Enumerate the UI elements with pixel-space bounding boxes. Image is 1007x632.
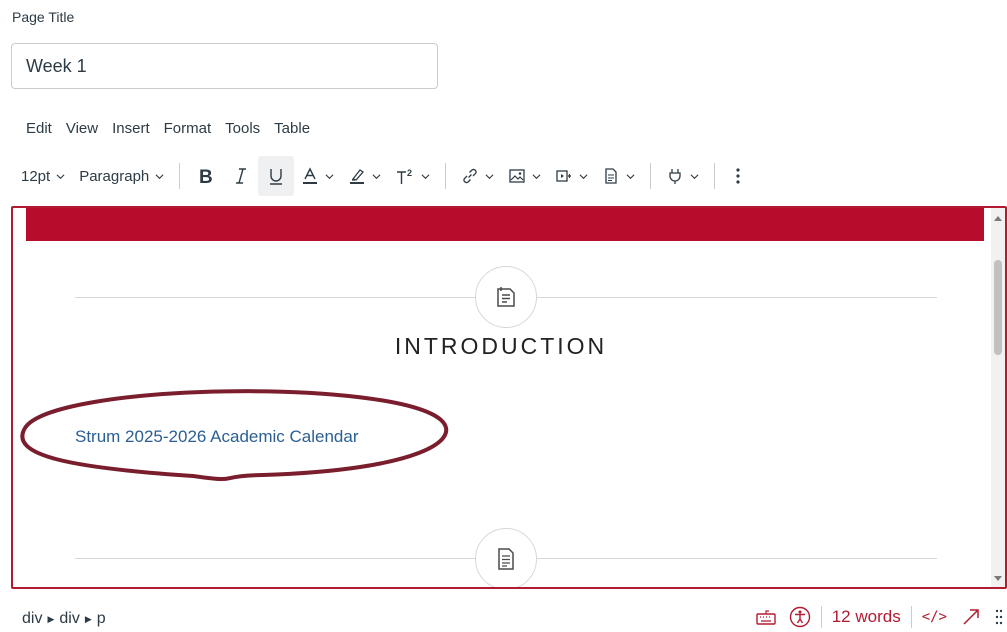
accessibility-icon xyxy=(789,606,810,628)
menu-view[interactable]: View xyxy=(66,120,98,137)
chevron-down-icon xyxy=(372,173,381,179)
toolbar-divider xyxy=(714,163,716,189)
superscript-button[interactable]: 2 xyxy=(388,156,437,196)
document-icon xyxy=(605,168,617,184)
status-divider xyxy=(820,606,822,628)
path-item[interactable]: p xyxy=(97,610,106,628)
keyboard-icon xyxy=(756,610,776,625)
block-format-dropdown[interactable]: Paragraph xyxy=(72,156,171,196)
notepad-icon xyxy=(497,287,515,307)
resize-handle[interactable] xyxy=(995,608,1003,626)
toolbar-divider xyxy=(650,163,652,189)
path-arrow-icon: ▶ xyxy=(84,613,92,624)
underline-icon xyxy=(270,169,283,185)
scroll-down-arrow[interactable] xyxy=(994,576,1002,581)
fullscreen-button[interactable] xyxy=(961,607,981,627)
menu-tools[interactable]: Tools xyxy=(225,120,260,137)
toolbar-divider xyxy=(445,163,447,189)
media-button[interactable] xyxy=(548,156,595,196)
block-format-value: Paragraph xyxy=(79,167,150,185)
chevron-down-icon xyxy=(579,173,588,179)
document-button[interactable] xyxy=(595,156,642,196)
chevron-down-icon xyxy=(690,173,699,179)
plug-icon xyxy=(669,169,681,184)
scroll-thumb[interactable] xyxy=(994,260,1002,355)
italic-button[interactable] xyxy=(224,156,258,196)
chevron-down-icon xyxy=(485,173,494,179)
chevron-down-icon xyxy=(325,173,334,179)
image-icon xyxy=(509,169,525,183)
chevron-down-icon xyxy=(626,173,635,179)
editor-statusbar: div ▶ div ▶ p 12 words </> xyxy=(0,596,1007,632)
element-path: div ▶ div ▶ p xyxy=(22,610,106,628)
accessibility-checker-button[interactable] xyxy=(789,606,811,628)
header-banner xyxy=(26,208,984,241)
menu-table[interactable]: Table xyxy=(274,120,310,137)
text-color-button[interactable] xyxy=(294,156,341,196)
svg-text:2: 2 xyxy=(407,168,412,178)
drag-handle-icon xyxy=(995,609,1003,625)
path-item[interactable]: div xyxy=(59,610,79,628)
bold-icon: B xyxy=(199,167,213,185)
status-divider xyxy=(910,606,912,628)
italic-icon xyxy=(236,168,247,184)
toolbar-divider xyxy=(179,163,181,189)
word-count[interactable]: 12 words xyxy=(832,607,901,627)
chevron-down-icon xyxy=(155,173,164,179)
editor-toolbar: 12pt Paragraph B 2 xyxy=(14,156,994,196)
apps-plugin-button[interactable] xyxy=(659,156,706,196)
section-heading: INTRODUCTION xyxy=(394,333,608,359)
underline-button[interactable] xyxy=(258,156,295,196)
highlight-color-button[interactable] xyxy=(341,156,388,196)
text-color-icon xyxy=(303,167,318,184)
path-item[interactable]: div xyxy=(22,610,42,628)
section-icon-badge xyxy=(475,528,537,587)
menu-format[interactable]: Format xyxy=(164,120,212,137)
chevron-down-icon xyxy=(421,173,430,179)
editor-content-area[interactable]: INTRODUCTION Strum 2025-2026 Academic Ca… xyxy=(11,206,1007,589)
html-editor-toggle[interactable]: </> xyxy=(922,609,947,625)
chevron-down-icon xyxy=(56,173,65,179)
menu-insert[interactable]: Insert xyxy=(112,120,150,137)
chevron-down-icon xyxy=(532,173,541,179)
highlighter-icon xyxy=(350,169,365,184)
keyboard-shortcuts-button[interactable] xyxy=(755,608,777,626)
font-size-dropdown[interactable]: 12pt xyxy=(14,156,72,196)
link-button[interactable] xyxy=(454,156,501,196)
page-title-label: Page Title xyxy=(12,9,75,25)
media-icon xyxy=(556,170,572,182)
document-icon xyxy=(498,548,514,570)
menu-edit[interactable]: Edit xyxy=(26,120,52,137)
academic-calendar-link[interactable]: Strum 2025-2026 Academic Calendar xyxy=(75,427,359,447)
svg-text:B: B xyxy=(199,167,213,185)
section-icon-badge xyxy=(475,266,537,328)
more-vertical-icon xyxy=(736,168,740,184)
bold-button[interactable]: B xyxy=(188,156,224,196)
editor-menubar: Edit View Insert Format Tools Table xyxy=(26,120,324,137)
scroll-up-arrow[interactable] xyxy=(994,216,1002,221)
page-title-input[interactable] xyxy=(11,43,438,89)
path-arrow-icon: ▶ xyxy=(47,613,55,624)
font-size-value: 12pt xyxy=(21,167,51,185)
more-options-button[interactable] xyxy=(723,156,753,196)
status-actions: 12 words </> xyxy=(755,604,1007,630)
image-button[interactable] xyxy=(501,156,548,196)
link-icon xyxy=(463,168,477,184)
expand-icon xyxy=(963,609,979,625)
editor-scrollbar[interactable] xyxy=(991,208,1005,587)
superscript-icon: 2 xyxy=(397,168,412,184)
